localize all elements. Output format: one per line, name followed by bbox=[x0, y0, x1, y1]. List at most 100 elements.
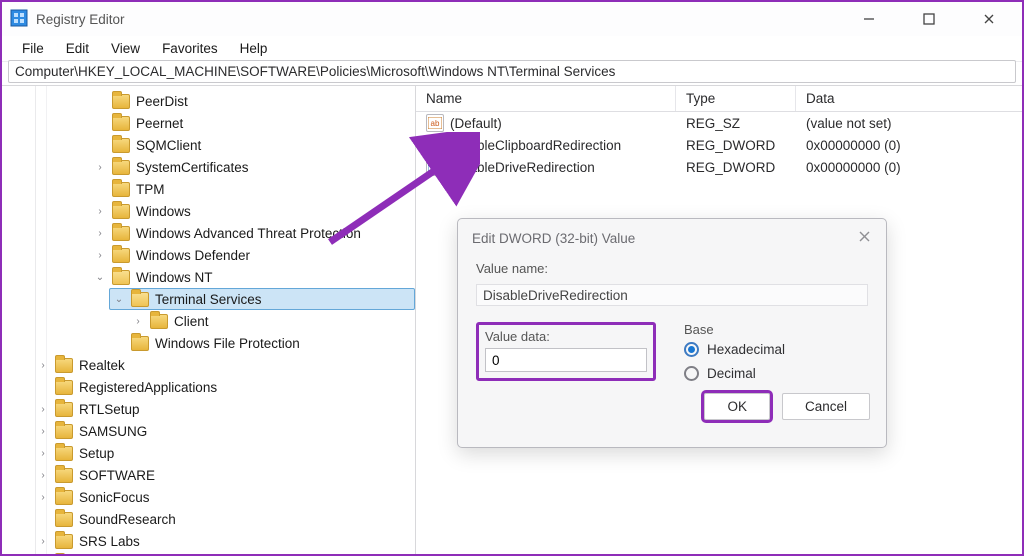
tree-node-windows-nt[interactable]: ⌄ Windows NT bbox=[90, 266, 415, 288]
folder-icon bbox=[150, 314, 168, 329]
chevron-closed-icon: › bbox=[132, 315, 144, 327]
minimize-button[interactable] bbox=[850, 5, 888, 33]
chevron-closed-icon: › bbox=[37, 469, 49, 481]
folder-icon bbox=[112, 226, 130, 241]
folder-icon bbox=[55, 534, 73, 549]
folder-icon bbox=[55, 380, 73, 395]
value-data-input[interactable] bbox=[485, 348, 647, 372]
menu-view[interactable]: View bbox=[101, 37, 150, 60]
list-pane[interactable]: Name Type Data ab(Default)REG_SZ(value n… bbox=[416, 86, 1022, 554]
folder-icon bbox=[55, 468, 73, 483]
tree-node-registeredapplications[interactable]: RegisteredApplications bbox=[33, 376, 415, 398]
value-data: 0x00000000 (0) bbox=[796, 134, 1022, 156]
chevron-closed-icon: › bbox=[94, 249, 106, 261]
radio-hexadecimal[interactable]: Hexadecimal bbox=[684, 337, 868, 361]
address-input[interactable] bbox=[8, 60, 1016, 83]
tree-node-label: Windows bbox=[136, 204, 191, 219]
menu-bar: File Edit View Favorites Help bbox=[2, 36, 1022, 62]
tree-node-label: RegisteredApplications bbox=[79, 380, 217, 395]
list-header: Name Type Data bbox=[416, 86, 1022, 112]
col-data[interactable]: Data bbox=[796, 86, 1022, 111]
address-bar bbox=[2, 62, 1022, 86]
tree-node-windows-advanced-threat-protection[interactable]: › Windows Advanced Threat Protection bbox=[90, 222, 415, 244]
tree-node-synaptics[interactable]: ›Synaptics bbox=[33, 552, 415, 554]
tree-pane[interactable]: PeerDist Peernet SQMClient›SystemCertifica… bbox=[2, 86, 416, 554]
chevron-closed-icon: › bbox=[37, 491, 49, 503]
tree-node-label: Windows Advanced Threat Protection bbox=[136, 226, 361, 241]
tree-node-terminal-services[interactable]: ⌄ Terminal Services bbox=[109, 288, 415, 310]
value-row[interactable]: 011110DisableDriveRedirectionREG_DWORD0x… bbox=[416, 156, 1022, 178]
tree-node-software[interactable]: › SOFTWARE bbox=[33, 464, 415, 486]
tree-node-label: Windows File Protection bbox=[155, 336, 300, 351]
tree-node-label: Peernet bbox=[136, 116, 183, 131]
value-data: (value not set) bbox=[796, 112, 1022, 134]
folder-icon bbox=[55, 402, 73, 417]
tree-node-soundresearch[interactable]: SoundResearch bbox=[33, 508, 415, 530]
col-type[interactable]: Type bbox=[676, 86, 796, 111]
tree-node-windows-file-protection[interactable]: Windows File Protection bbox=[109, 332, 415, 354]
menu-help[interactable]: Help bbox=[230, 37, 278, 60]
ok-button[interactable]: OK bbox=[704, 393, 770, 420]
maximize-button[interactable] bbox=[910, 5, 948, 33]
chevron-closed-icon: › bbox=[37, 359, 49, 371]
tree-node-label: SAMSUNG bbox=[79, 424, 147, 439]
value-data-label: Value data: bbox=[485, 329, 550, 344]
value-row[interactable]: 011110DisableClipboardRedirectionREG_DWO… bbox=[416, 134, 1022, 156]
value-name: DisableClipboardRedirection bbox=[450, 138, 621, 153]
svg-text:110: 110 bbox=[430, 168, 438, 173]
value-name-label: Value name: bbox=[476, 261, 868, 276]
chevron-closed-icon: › bbox=[94, 227, 106, 239]
chevron-open-icon: ⌄ bbox=[94, 271, 106, 283]
folder-icon bbox=[55, 424, 73, 439]
tree-node-label: SoundResearch bbox=[79, 512, 176, 527]
folder-icon bbox=[112, 116, 130, 131]
close-icon[interactable] bbox=[856, 230, 872, 246]
menu-edit[interactable]: Edit bbox=[56, 37, 99, 60]
tree-node-label: SOFTWARE bbox=[79, 468, 155, 483]
menu-favorites[interactable]: Favorites bbox=[152, 37, 228, 60]
tree-node-windows[interactable]: ›Windows bbox=[90, 200, 415, 222]
value-row[interactable]: ab(Default)REG_SZ(value not set) bbox=[416, 112, 1022, 134]
dword-value-icon: 011110 bbox=[426, 136, 444, 154]
folder-icon bbox=[55, 358, 73, 373]
tree-node-srs-labs[interactable]: ›SRS Labs bbox=[33, 530, 415, 552]
tree-node-rtlsetup[interactable]: ›RTLSetup bbox=[33, 398, 415, 420]
menu-file[interactable]: File bbox=[12, 37, 54, 60]
tree-node-label: Windows NT bbox=[136, 270, 213, 285]
value-name-field bbox=[476, 284, 868, 306]
folder-icon bbox=[112, 138, 130, 153]
radio-decimal[interactable]: Decimal bbox=[684, 361, 868, 385]
folder-icon bbox=[112, 270, 130, 285]
edit-dword-dialog: Edit DWORD (32-bit) Value Value name: Va… bbox=[457, 218, 887, 448]
tree-node-setup[interactable]: › Setup bbox=[33, 442, 415, 464]
tree-node-peernet[interactable]: Peernet bbox=[90, 112, 415, 134]
chevron-open-icon: ⌄ bbox=[113, 293, 125, 305]
folder-icon bbox=[112, 182, 130, 197]
tree-node-label: Terminal Services bbox=[155, 292, 262, 307]
folder-icon bbox=[112, 204, 130, 219]
cancel-button[interactable]: Cancel bbox=[782, 393, 870, 420]
folder-icon bbox=[55, 446, 73, 461]
col-name[interactable]: Name bbox=[416, 86, 676, 111]
tree-node-client[interactable]: › Client bbox=[128, 310, 415, 332]
tree-node-samsung[interactable]: › SAMSUNG bbox=[33, 420, 415, 442]
tree-node-label: Setup bbox=[79, 446, 114, 461]
tree-node-windows-defender[interactable]: › Windows Defender bbox=[90, 244, 415, 266]
value-type: REG_SZ bbox=[676, 112, 796, 134]
tree-node-label: SRS Labs bbox=[79, 534, 140, 549]
radio-on-icon bbox=[684, 342, 699, 357]
svg-text:110: 110 bbox=[430, 146, 438, 151]
folder-icon bbox=[131, 336, 149, 351]
tree-node-sonicfocus[interactable]: ›SonicFocus bbox=[33, 486, 415, 508]
chevron-closed-icon: › bbox=[37, 447, 49, 459]
tree-node-label: Windows Defender bbox=[136, 248, 250, 263]
close-button[interactable] bbox=[970, 5, 1008, 33]
tree-node-label: RTLSetup bbox=[79, 402, 140, 417]
tree-node-systemcertificates[interactable]: ›SystemCertificates bbox=[90, 156, 415, 178]
tree-node-realtek[interactable]: ›Realtek bbox=[33, 354, 415, 376]
tree-node-sqmclient[interactable]: SQMClient bbox=[90, 134, 415, 156]
tree-node-label: Client bbox=[174, 314, 209, 329]
tree-node-tpm[interactable]: TPM bbox=[90, 178, 415, 200]
tree-node-peerdist[interactable]: PeerDist bbox=[90, 90, 415, 112]
chevron-closed-icon: › bbox=[37, 425, 49, 437]
